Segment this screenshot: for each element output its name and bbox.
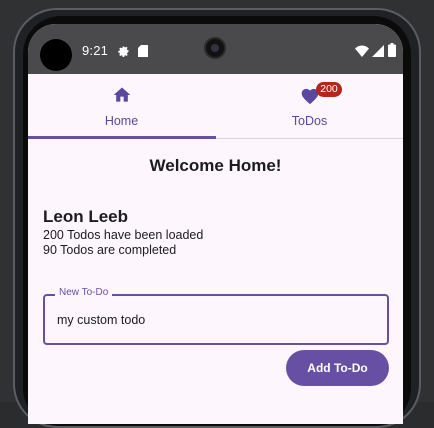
- status-bar: 9:21: [28, 24, 403, 74]
- new-todo-field[interactable]: New To-Do: [43, 287, 389, 345]
- wifi-icon: [355, 44, 369, 62]
- user-name: Leon Leeb: [43, 207, 129, 226]
- tab-home-label: Home: [104, 114, 139, 128]
- tab-todos[interactable]: 200 ToDos: [216, 74, 403, 139]
- device-frame: 9:21 Home 200 ToDos Welcome Home! Leon L…: [0, 0, 434, 428]
- add-todo-button[interactable]: Add To-Do: [286, 350, 389, 386]
- new-todo-label: New To-Do: [55, 287, 113, 298]
- app-screen: 9:21 Home 200 ToDos Welcome Home! Leon L…: [28, 24, 403, 424]
- status-time: 9:21: [82, 43, 109, 58]
- todos-loaded-text: 200 Todos have been loaded: [43, 228, 204, 242]
- battery-icon: [388, 43, 396, 62]
- page-title: Welcome Home!: [149, 156, 282, 175]
- selected-tab-indicator: [28, 136, 216, 139]
- camera-lens: [204, 37, 226, 59]
- tab-home[interactable]: Home: [28, 74, 215, 139]
- todos-completed-text: 90 Todos are completed: [43, 243, 177, 257]
- front-camera-cutout: [40, 39, 72, 71]
- todos-count-badge: 200: [316, 82, 342, 97]
- tab-todos-label: ToDos: [291, 114, 328, 128]
- new-todo-input[interactable]: [57, 311, 377, 329]
- home-icon: [112, 85, 132, 110]
- settings-gear-icon: [118, 44, 130, 62]
- signal-icon: [372, 44, 384, 62]
- sd-card-icon: [138, 44, 148, 62]
- tab-bar: Home 200 ToDos: [28, 74, 403, 139]
